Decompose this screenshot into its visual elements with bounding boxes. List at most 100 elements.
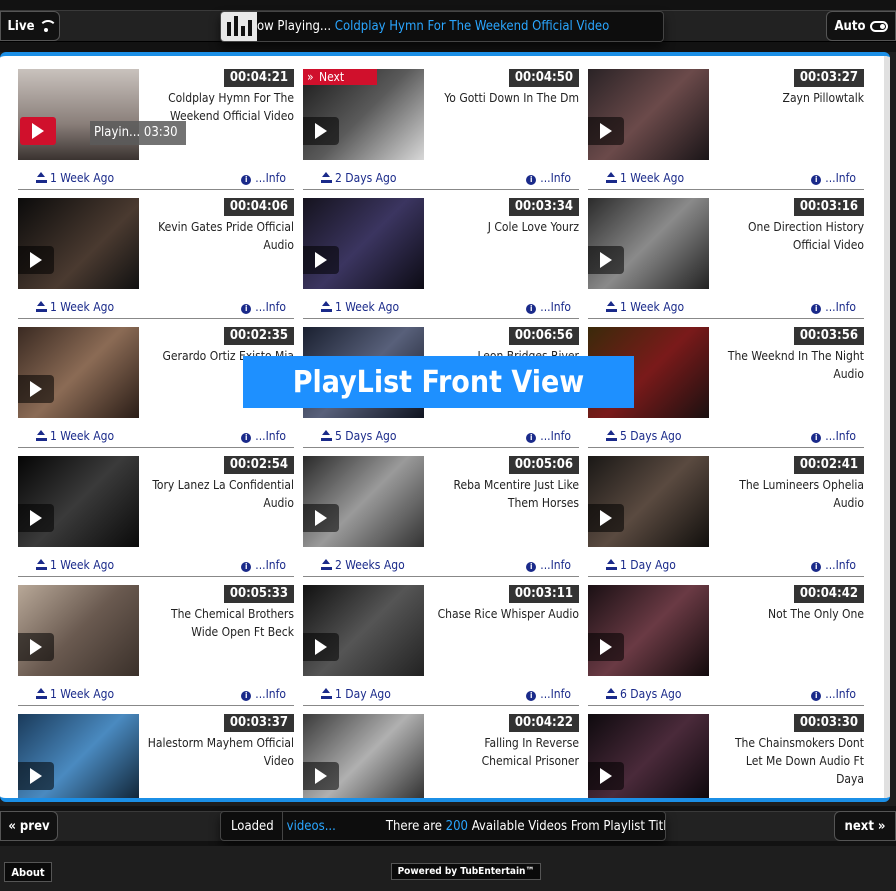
toggle-icon: [869, 20, 888, 32]
info-link[interactable]: i ...Info: [811, 558, 856, 572]
video-card[interactable]: 00:05:06 Reba Mcentire Just Like Them Hor…: [303, 456, 579, 577]
video-card[interactable]: 00:05:33 The Chemical Brothers Wide Open …: [18, 585, 294, 706]
play-icon[interactable]: [20, 117, 56, 145]
play-icon[interactable]: [588, 246, 624, 274]
upload-icon: [36, 430, 47, 441]
play-icon[interactable]: [303, 633, 339, 661]
video-title[interactable]: J Cole Love Yourz: [431, 218, 579, 236]
info-link[interactable]: i ...Info: [241, 558, 286, 572]
video-thumbnail[interactable]: [303, 456, 424, 547]
info-link[interactable]: i ...Info: [811, 687, 856, 701]
now-playing-title[interactable]: Coldplay Hymn For The Weekend Official V…: [335, 19, 609, 34]
video-title[interactable]: The Chemical Brothers Wide Open Ft Beck: [146, 605, 294, 641]
video-card[interactable]: 00:02:41 The Lumineers Ophelia Audio 1 Day…: [588, 456, 864, 577]
info-icon: i: [241, 175, 252, 185]
play-icon[interactable]: [18, 762, 54, 790]
video-title[interactable]: Not The Only One: [716, 605, 864, 623]
info-link[interactable]: i ...Info: [811, 300, 856, 314]
info-icon: i: [241, 304, 252, 314]
video-title[interactable]: Falling In Reverse Chemical Prisoner: [431, 734, 579, 770]
video-title[interactable]: Zayn Pillowtalk: [716, 89, 864, 107]
video-title[interactable]: The Weeknd In The Night Audio: [716, 347, 864, 383]
video-card[interactable]: Playin... 03:30 00:04:21 Coldplay Hymn For…: [18, 69, 294, 190]
video-title[interactable]: Coldplay Hymn For The Weekend Official V…: [146, 89, 294, 125]
video-title[interactable]: One Direction History Official Video: [716, 218, 864, 254]
video-thumbnail[interactable]: [303, 198, 424, 289]
prev-button[interactable]: « prev: [0, 811, 58, 841]
next-button[interactable]: next »: [834, 811, 896, 841]
video-title[interactable]: Halestorm Mayhem Official Video: [146, 734, 294, 770]
play-icon[interactable]: [18, 504, 54, 532]
video-thumbnail[interactable]: [588, 69, 709, 160]
video-card[interactable]: 00:03:37 Halestorm Mayhem Official Video: [18, 714, 294, 798]
video-thumbnail[interactable]: [588, 456, 709, 547]
info-link[interactable]: i ...Info: [526, 171, 571, 185]
upload-icon: [606, 688, 617, 699]
video-title[interactable]: Reba Mcentire Just Like Them Horses: [431, 476, 579, 512]
video-thumbnail[interactable]: [18, 456, 139, 547]
video-thumbnail[interactable]: [18, 198, 139, 289]
info-link[interactable]: i ...Info: [811, 171, 856, 185]
scrollbar[interactable]: [884, 56, 890, 798]
video-card[interactable]: 00:04:42 Not The Only One 6 Days Ago i ...In…: [588, 585, 864, 706]
video-duration: 00:05:33: [223, 585, 294, 603]
play-icon[interactable]: [588, 633, 624, 661]
upload-age: 1 Week Ago: [36, 558, 114, 572]
video-thumbnail[interactable]: [588, 585, 709, 676]
play-icon[interactable]: [588, 117, 624, 145]
autoplay-toggle[interactable]: Auto: [826, 11, 896, 41]
info-link[interactable]: i ...Info: [526, 300, 571, 314]
video-title[interactable]: Yo Gotti Down In The Dm: [431, 89, 579, 107]
info-link[interactable]: i ...Info: [241, 687, 286, 701]
video-thumbnail[interactable]: [303, 714, 424, 798]
video-title[interactable]: Chase Rice Whisper Audio: [431, 605, 579, 623]
info-link[interactable]: i ...Info: [526, 558, 571, 572]
play-icon[interactable]: [18, 375, 54, 403]
video-card[interactable]: 00:03:16 One Direction History Official V…: [588, 198, 864, 319]
play-icon[interactable]: [303, 246, 339, 274]
info-link[interactable]: i ...Info: [526, 429, 571, 443]
info-link[interactable]: i ...Info: [241, 429, 286, 443]
video-card[interactable]: Next» 00:04:50 Yo Gotti Down In The Dm 2 Da…: [303, 69, 579, 190]
about-button[interactable]: About: [4, 862, 52, 882]
video-title[interactable]: Tory Lanez La Confidential Audio: [146, 476, 294, 512]
loaded-videos-link[interactable]: videos...: [283, 819, 336, 834]
info-icon: i: [241, 433, 252, 443]
video-thumbnail[interactable]: [588, 198, 709, 289]
video-thumbnail[interactable]: [303, 585, 424, 676]
video-title[interactable]: The Chainsmokers Dont Let Me Down Audio …: [716, 734, 864, 788]
thumbnail-image: [303, 456, 424, 547]
auto-label: Auto: [834, 18, 866, 34]
upload-age: 1 Week Ago: [36, 171, 114, 185]
live-button[interactable]: Live: [0, 11, 60, 41]
video-thumbnail[interactable]: [18, 714, 139, 798]
play-icon[interactable]: [588, 504, 624, 532]
play-icon[interactable]: [303, 762, 339, 790]
video-thumbnail[interactable]: [588, 714, 709, 798]
play-icon[interactable]: [588, 762, 624, 790]
video-card[interactable]: 00:03:30 The Chainsmokers Dont Let Me Dow…: [588, 714, 864, 798]
video-card[interactable]: 00:04:22 Falling In Reverse Chemical Pris…: [303, 714, 579, 798]
video-thumbnail[interactable]: [18, 69, 139, 160]
info-link[interactable]: i ...Info: [811, 429, 856, 443]
play-icon[interactable]: [18, 633, 54, 661]
video-card[interactable]: 00:03:34 J Cole Love Yourz 1 Week Ago i ...I…: [303, 198, 579, 319]
play-icon[interactable]: [303, 504, 339, 532]
thumbnail-image: [18, 456, 139, 547]
video-thumbnail[interactable]: [18, 327, 139, 418]
play-icon[interactable]: [303, 117, 339, 145]
video-card[interactable]: 00:02:54 Tory Lanez La Confidential Audio…: [18, 456, 294, 577]
upload-age-text: 6 Days Ago: [620, 687, 682, 701]
video-card[interactable]: 00:03:11 Chase Rice Whisper Audio 1 Day Ag…: [303, 585, 579, 706]
video-card[interactable]: 00:04:06 Kevin Gates Pride Official Audio…: [18, 198, 294, 319]
info-link[interactable]: i ...Info: [526, 687, 571, 701]
info-link[interactable]: i ...Info: [241, 171, 286, 185]
powered-by-badge[interactable]: Powered by TubEntertain™: [391, 863, 541, 880]
info-link[interactable]: i ...Info: [241, 300, 286, 314]
video-thumbnail[interactable]: [18, 585, 139, 676]
video-title[interactable]: Kevin Gates Pride Official Audio: [146, 218, 294, 254]
video-title[interactable]: The Lumineers Ophelia Audio: [716, 476, 864, 512]
video-thumbnail[interactable]: Next»: [303, 69, 424, 160]
video-card[interactable]: 00:03:27 Zayn Pillowtalk 1 Week Ago i ...Inf…: [588, 69, 864, 190]
play-icon[interactable]: [18, 246, 54, 274]
